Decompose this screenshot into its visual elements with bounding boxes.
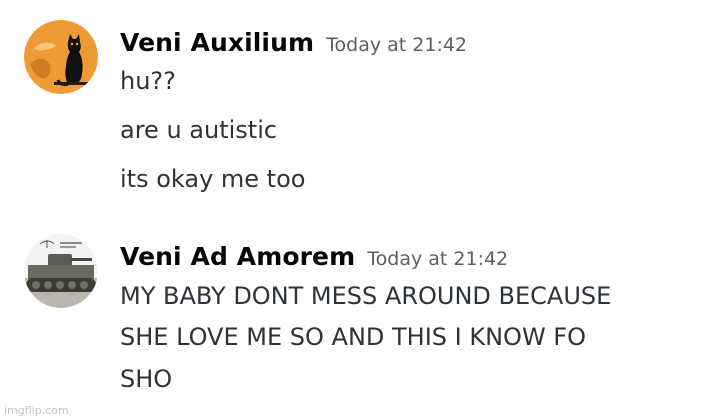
timestamp: Today at 21:42 xyxy=(326,34,468,56)
username[interactable]: Veni Ad Amorem xyxy=(120,242,355,271)
message-text: SHO xyxy=(120,365,173,393)
avatar[interactable] xyxy=(24,20,98,94)
timestamp: Today at 21:42 xyxy=(367,248,509,270)
message-text: are u autistic xyxy=(120,116,278,144)
message-header: Veni Auxilium Today at 21:42 xyxy=(120,28,467,57)
watermark: imgflip.com xyxy=(4,404,69,417)
message-text: MY BABY DONT MESS AROUND BECAUSE xyxy=(120,282,612,310)
username[interactable]: Veni Auxilium xyxy=(120,28,314,57)
message-text: hu?? xyxy=(120,67,176,95)
message-text: SHE LOVE ME SO AND THIS I KNOW FO xyxy=(120,323,586,351)
message-header: Veni Ad Amorem Today at 21:42 xyxy=(120,242,508,271)
black-cat-moon-icon xyxy=(24,20,98,94)
avatar[interactable] xyxy=(24,234,98,308)
tank-icon xyxy=(24,234,98,308)
message-text: its okay me too xyxy=(120,165,306,193)
